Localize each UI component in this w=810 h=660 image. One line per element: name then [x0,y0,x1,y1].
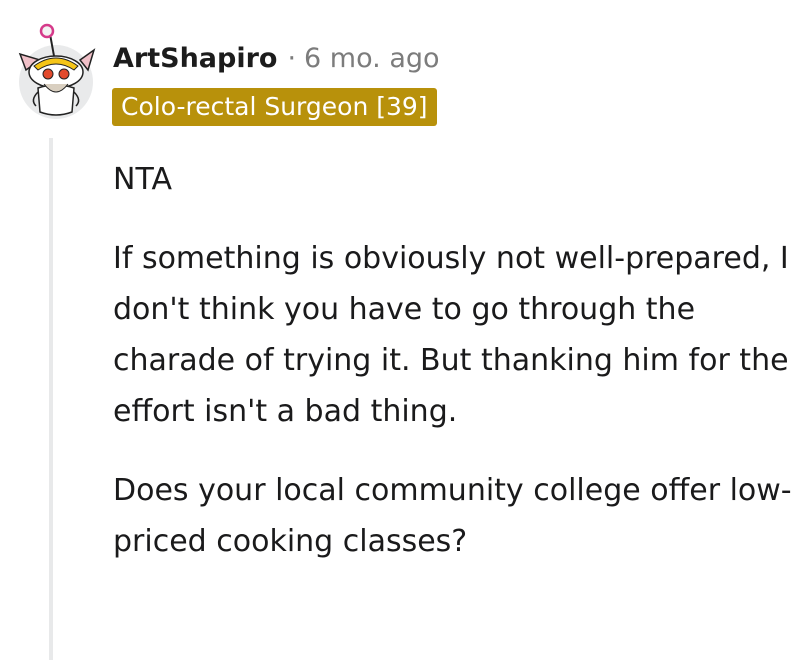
comment-body: NTA If something is obviously not well-p… [113,154,793,595]
comment-paragraph: If something is obviously not well-prepa… [113,241,789,429]
separator-dot: · [287,42,297,74]
username-link[interactable]: ArtShapiro [113,43,277,74]
comment-paragraph: Does your local community college offer … [113,473,792,559]
timestamp[interactable]: 6 mo. ago [304,43,439,74]
user-flair-badge: Colo-rectal Surgeon [39] [112,88,437,126]
comment-header: ArtShapiro · 6 mo. ago [113,38,440,78]
thread-line[interactable] [49,138,53,660]
comment: ArtShapiro · 6 mo. ago Colo-rectal Surge… [0,0,810,660]
comment-paragraph: NTA [113,162,172,197]
user-avatar-icon[interactable] [14,20,98,120]
